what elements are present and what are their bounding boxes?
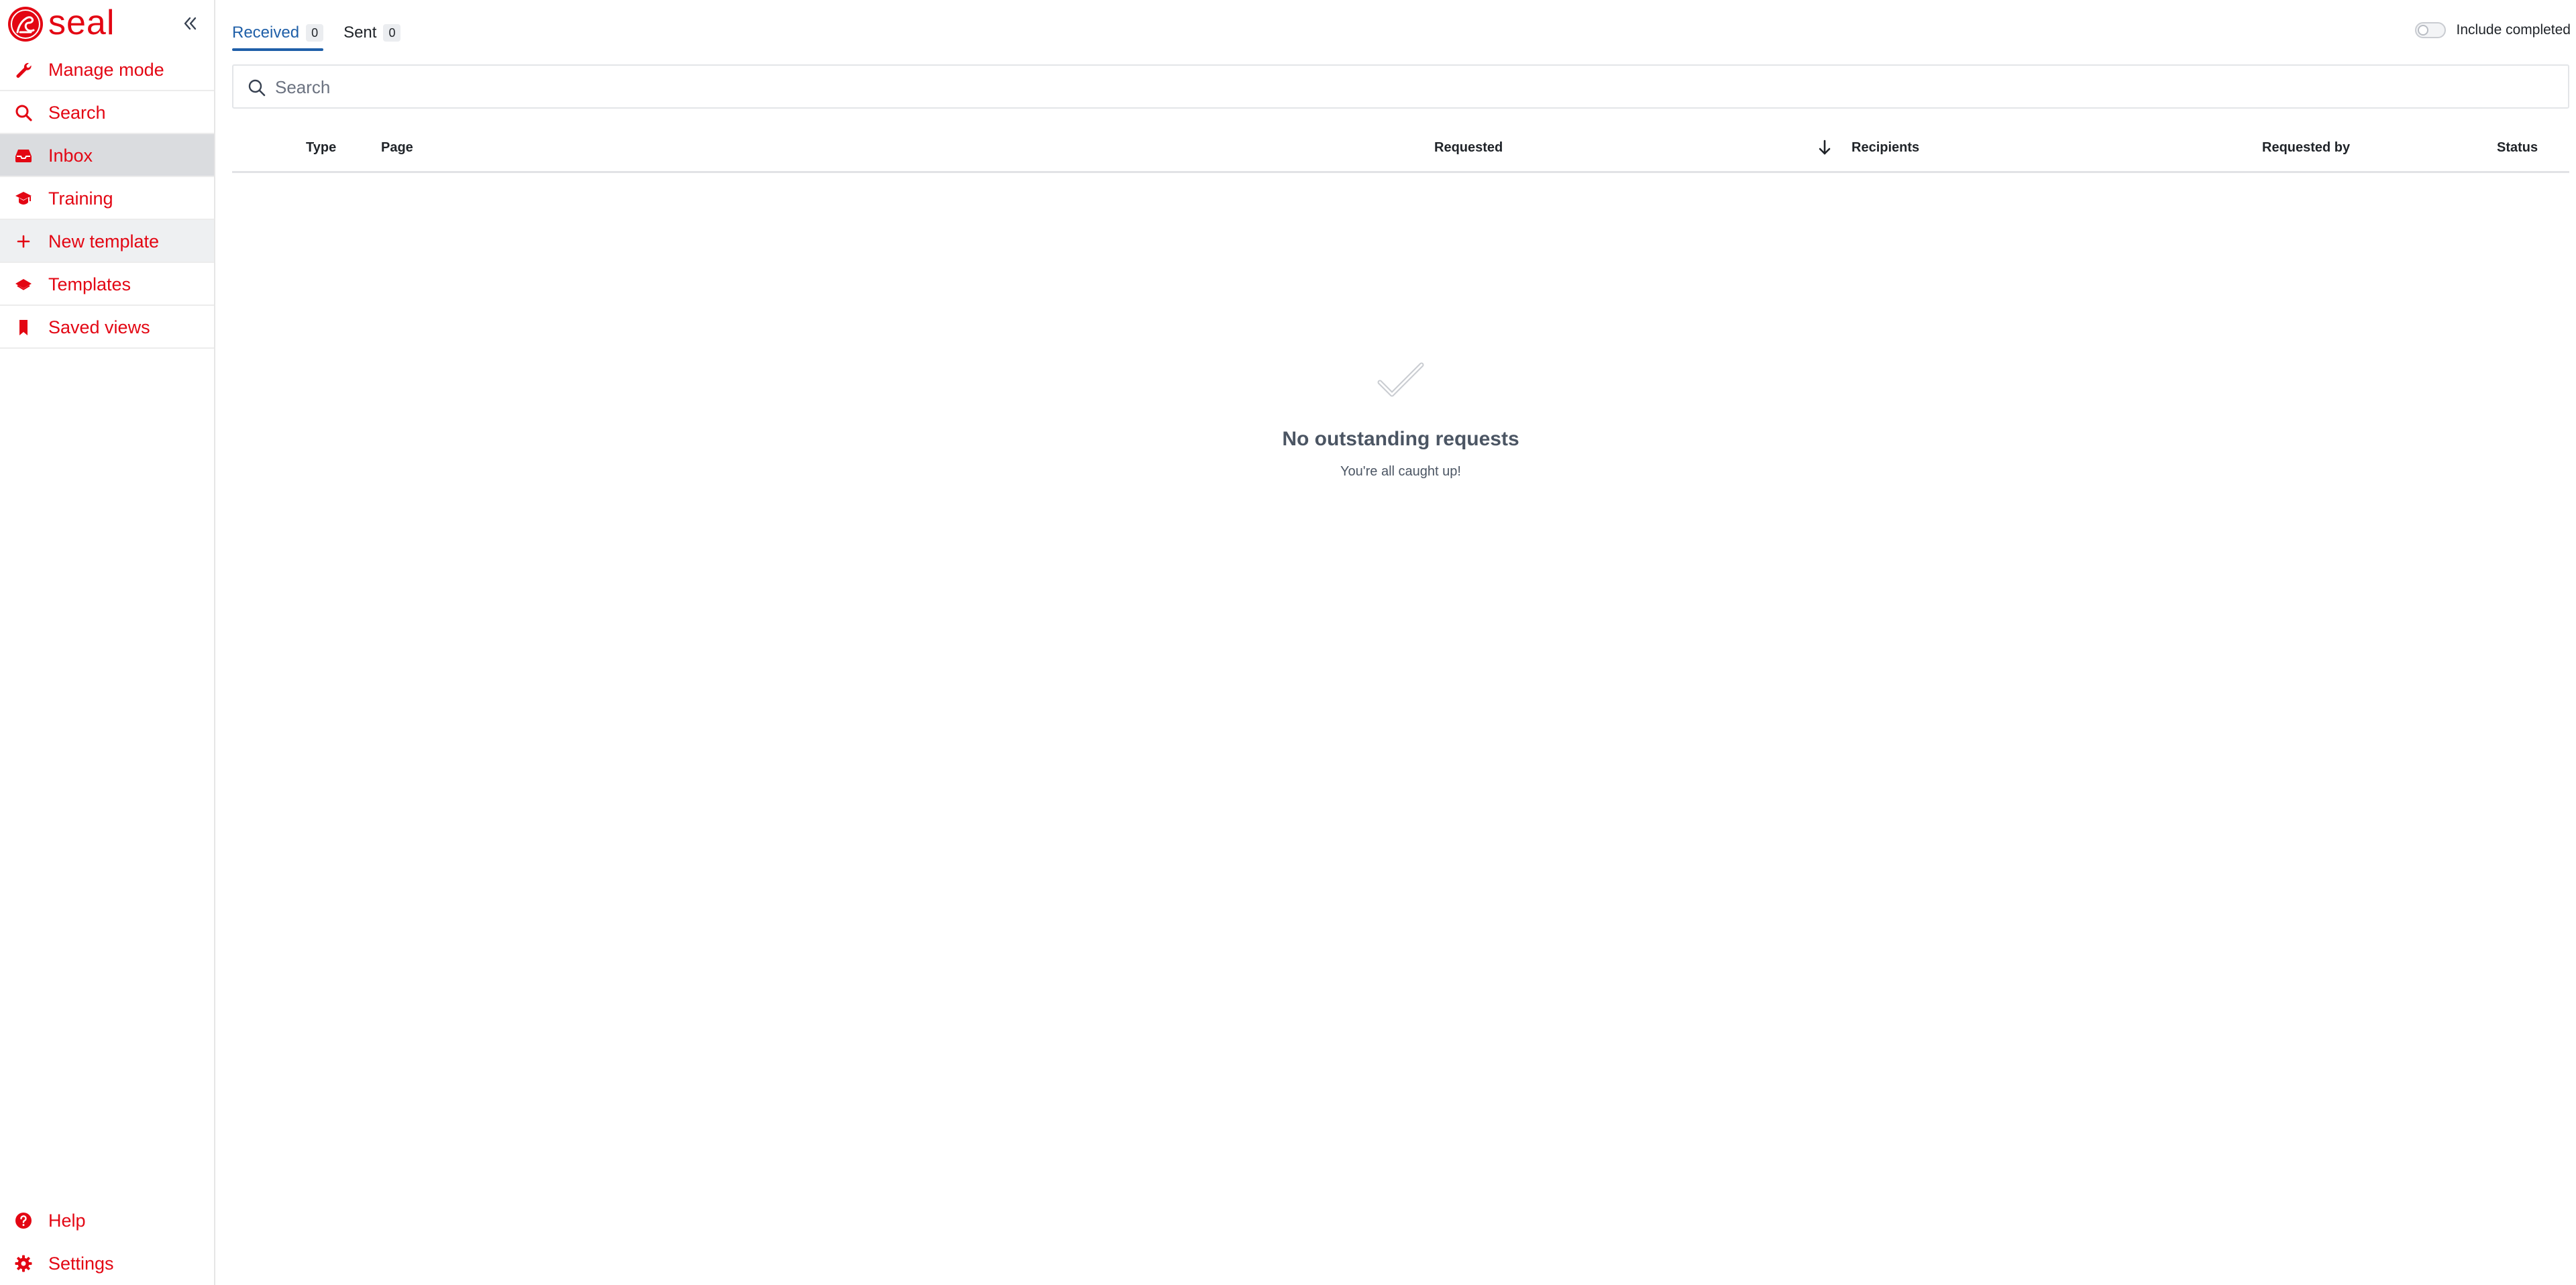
inbox-tabs: Received 0 Sent 0 bbox=[232, 20, 421, 51]
sidebar-item-label: Search bbox=[48, 103, 106, 123]
tab-count-badge: 0 bbox=[306, 24, 324, 42]
tab-received[interactable]: Received 0 bbox=[232, 20, 324, 51]
double-chevron-left-icon[interactable] bbox=[180, 13, 200, 34]
sidebar-nav: Manage mode Search Inbox Training New te… bbox=[0, 48, 214, 349]
sidebar-item-label: Saved views bbox=[48, 317, 150, 337]
logo-row: seal bbox=[0, 0, 214, 46]
empty-state-title: No outstanding requests bbox=[1282, 428, 1519, 450]
search-box bbox=[232, 64, 2569, 109]
toggle-knob bbox=[2417, 25, 2428, 36]
sidebar-item-label: New template bbox=[48, 231, 160, 252]
sidebar-item-saved-views[interactable]: Saved views bbox=[0, 306, 214, 349]
checkmark-icon bbox=[1377, 362, 1424, 397]
brand-name: seal bbox=[48, 3, 115, 42]
graduation-cap-icon bbox=[15, 192, 32, 205]
sidebar-item-label: Templates bbox=[48, 274, 131, 294]
tab-count-badge: 0 bbox=[383, 24, 401, 42]
include-completed-label: Include completed bbox=[2456, 22, 2571, 38]
include-completed-toggle[interactable] bbox=[2414, 22, 2446, 38]
inbox-icon bbox=[15, 150, 32, 162]
layers-icon bbox=[15, 279, 32, 290]
empty-state-subtitle: You're all caught up! bbox=[1340, 464, 1461, 479]
column-header-page[interactable]: Page bbox=[381, 131, 413, 164]
column-header-type[interactable]: Type bbox=[306, 131, 336, 164]
gear-icon bbox=[15, 1255, 32, 1272]
include-completed-control: Include completed bbox=[2414, 21, 2571, 39]
column-header-requested-by[interactable]: Requested by bbox=[2262, 131, 2350, 164]
sidebar-item-label: Help bbox=[48, 1211, 86, 1231]
search-input[interactable] bbox=[274, 71, 2555, 103]
sidebar-item-label: Training bbox=[48, 188, 113, 209]
sidebar-item-help[interactable]: Help bbox=[0, 1199, 214, 1242]
table-header: Type Page Requested Recipients Requested… bbox=[232, 131, 2569, 173]
sidebar: seal Manage mode Search Inbox Training N… bbox=[0, 0, 215, 1285]
column-header-recipients[interactable]: Recipients bbox=[1851, 131, 1919, 164]
sidebar-bottom-nav: Help Settings bbox=[0, 1199, 214, 1285]
sidebar-item-search[interactable]: Search bbox=[0, 91, 214, 134]
search-icon bbox=[15, 105, 32, 121]
arrow-down-icon[interactable] bbox=[1815, 138, 1834, 157]
help-circle-icon bbox=[15, 1213, 32, 1229]
sidebar-item-label: Settings bbox=[48, 1253, 114, 1274]
sidebar-item-training[interactable]: Training bbox=[0, 177, 214, 220]
column-header-requested[interactable]: Requested bbox=[1434, 131, 1503, 164]
tab-label: Received bbox=[232, 23, 300, 42]
bookmark-icon bbox=[19, 320, 28, 335]
sidebar-item-settings[interactable]: Settings bbox=[0, 1242, 214, 1285]
sidebar-item-label: Manage mode bbox=[48, 60, 164, 80]
inbox-main: Received 0 Sent 0 Include completed Type… bbox=[216, 0, 2576, 1285]
sidebar-item-new-template[interactable]: New template bbox=[0, 220, 214, 263]
wrench-icon bbox=[16, 62, 32, 78]
sidebar-item-manage-mode[interactable]: Manage mode bbox=[0, 48, 214, 91]
sidebar-item-templates[interactable]: Templates bbox=[0, 263, 214, 306]
search-icon bbox=[248, 79, 266, 97]
empty-state: No outstanding requests You're all caugh… bbox=[232, 362, 2569, 480]
plus-icon bbox=[17, 235, 30, 248]
sidebar-item-inbox[interactable]: Inbox bbox=[0, 134, 214, 177]
column-header-status[interactable]: Status bbox=[2497, 131, 2538, 164]
seal-logo-icon[interactable] bbox=[7, 5, 44, 43]
tab-label: Sent bbox=[343, 23, 377, 42]
tab-sent[interactable]: Sent 0 bbox=[343, 20, 401, 51]
sidebar-item-label: Inbox bbox=[48, 146, 93, 166]
